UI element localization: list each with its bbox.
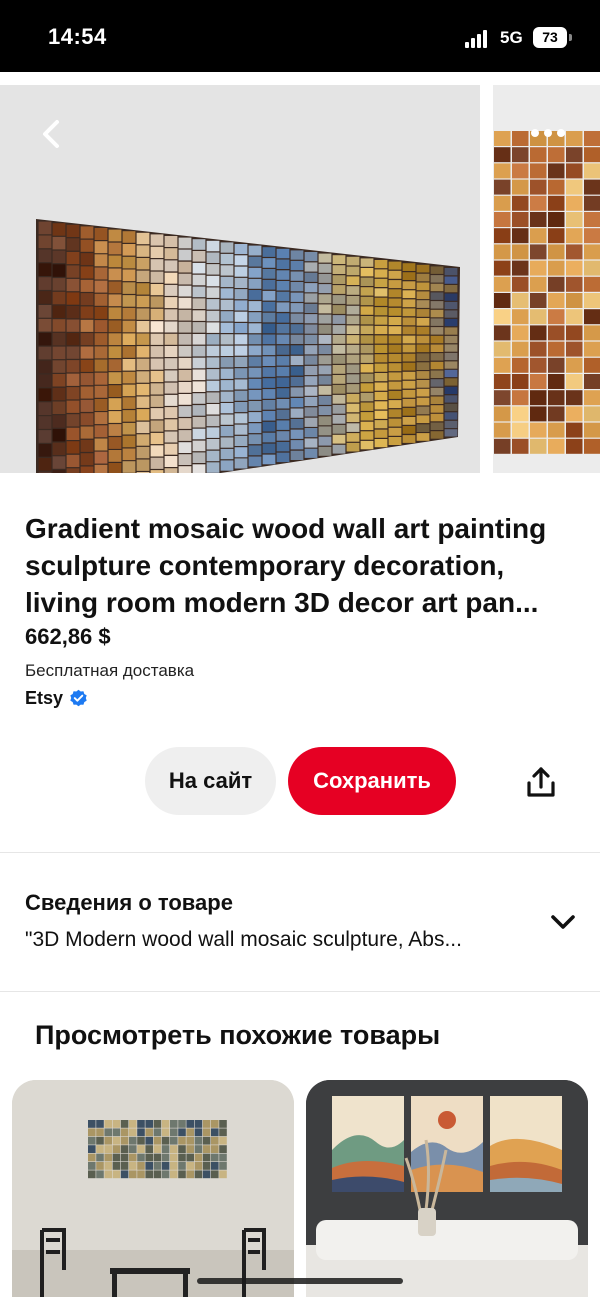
details-description: "3D Modern wood wall mosaic sculpture, A…	[25, 928, 462, 951]
similar-product-card[interactable]	[12, 1080, 294, 1297]
battery-indicator: 73	[533, 27, 567, 48]
details-title: Сведения о товаре	[25, 890, 233, 915]
more-dots-icon[interactable]	[526, 118, 570, 148]
seller-link[interactable]: Etsy	[25, 688, 88, 709]
network-label: 5G	[500, 28, 523, 47]
divider	[0, 852, 600, 853]
seller-name: Etsy	[25, 688, 64, 708]
signal-bars-icon	[465, 30, 487, 48]
shipping-info: Бесплатная доставка	[25, 661, 195, 680]
chevron-left-icon[interactable]	[34, 116, 70, 152]
divider	[0, 991, 600, 992]
status-time: 14:54	[48, 24, 107, 49]
share-icon[interactable]	[521, 763, 561, 803]
similar-product-image	[306, 1080, 588, 1297]
verified-check-icon	[70, 689, 87, 707]
visit-site-button[interactable]: На сайт	[145, 747, 276, 815]
save-button[interactable]: Сохранить	[288, 747, 456, 815]
product-title: Gradient mosaic wood wall art painting s…	[25, 513, 547, 618]
battery-tip	[569, 34, 572, 41]
product-photo[interactable]	[0, 85, 480, 473]
similar-product-image	[12, 1080, 294, 1297]
image-carousel[interactable]	[0, 72, 600, 474]
home-indicator	[197, 1278, 403, 1284]
similar-product-card[interactable]	[306, 1080, 588, 1297]
status-bar: 14:54 5G 73	[0, 0, 600, 72]
chevron-down-icon[interactable]	[546, 905, 580, 939]
similar-products-title: Просмотреть похожие товары	[35, 1020, 441, 1050]
product-price: 662,86 $	[25, 624, 111, 649]
